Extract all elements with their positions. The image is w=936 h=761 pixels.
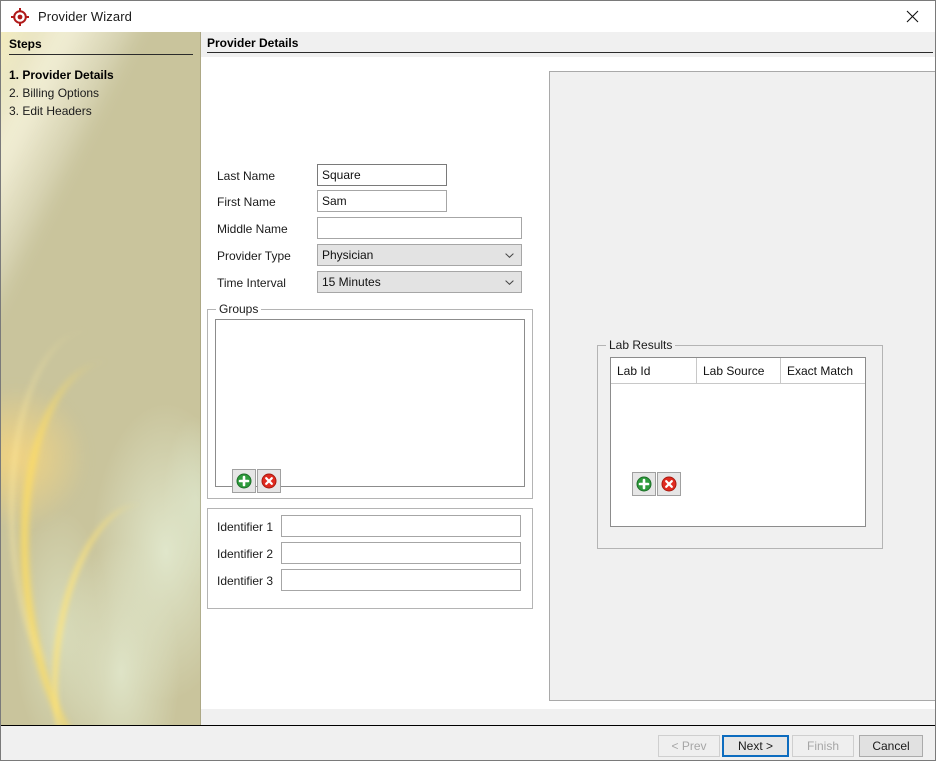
provider-type-label: Provider Type: [217, 249, 291, 263]
next-button[interactable]: Next >: [722, 735, 789, 757]
provider-type-value: Physician: [322, 248, 374, 262]
provider-type-select[interactable]: Physician: [317, 244, 522, 266]
last-name-input[interactable]: [317, 164, 447, 186]
identifier-2-input[interactable]: [281, 542, 521, 564]
lab-results-table[interactable]: Lab Id Lab Source Exact Match: [610, 357, 866, 527]
lab-results-legend: Lab Results: [606, 338, 676, 352]
page-title: Provider Details: [207, 36, 299, 50]
lab-results-add-button[interactable]: [632, 472, 656, 496]
title-bar: Provider Wizard: [1, 1, 935, 32]
sidebar-item-billing-options[interactable]: 2. Billing Options: [9, 84, 193, 102]
column-header-lab-id[interactable]: Lab Id: [611, 358, 697, 383]
last-name-label: Last Name: [217, 169, 276, 183]
first-name-label: First Name: [217, 195, 276, 209]
identifier-1-input[interactable]: [281, 515, 521, 537]
lab-results-panel: Lab Results Lab Id Lab Source Exact Matc…: [549, 71, 935, 701]
window-title: Provider Wizard: [38, 9, 132, 24]
chevron-down-icon: [505, 253, 514, 258]
groups-add-button[interactable]: [232, 469, 256, 493]
groups-legend: Groups: [216, 302, 262, 316]
first-name-input[interactable]: [317, 190, 447, 212]
middle-name-input[interactable]: [317, 217, 522, 239]
close-button[interactable]: [889, 1, 935, 32]
sidebar-item-provider-details[interactable]: 1. Provider Details: [9, 66, 193, 84]
time-interval-value: 15 Minutes: [322, 275, 381, 289]
delete-icon: [261, 473, 277, 489]
content-body: Last Name First Name Middle Name Provide…: [201, 57, 935, 709]
identifier-3-label: Identifier 3: [217, 574, 274, 588]
sidebar-artwork: [1, 32, 201, 725]
steps-list: 1. Provider Details 2. Billing Options 3…: [9, 66, 193, 120]
table-header-row: Lab Id Lab Source Exact Match: [611, 358, 865, 384]
provider-wizard-window: Provider Wizard Steps 1. Provider Detail…: [0, 0, 936, 761]
sidebar-item-edit-headers[interactable]: 3. Edit Headers: [9, 102, 193, 120]
lab-results-delete-button[interactable]: [657, 472, 681, 496]
identifier-2-label: Identifier 2: [217, 547, 274, 561]
target-crosshair-icon: [11, 7, 29, 26]
groups-list[interactable]: [215, 319, 525, 487]
content-footer-strip: [201, 709, 935, 725]
cancel-button[interactable]: Cancel: [859, 735, 923, 757]
delete-icon: [661, 476, 677, 492]
prev-button[interactable]: < Prev: [658, 735, 720, 757]
wizard-button-bar: < Prev Next > Finish Cancel: [1, 726, 935, 760]
time-interval-label: Time Interval: [217, 276, 286, 290]
time-interval-select[interactable]: 15 Minutes: [317, 271, 522, 293]
chevron-down-icon: [505, 280, 514, 285]
close-icon: [906, 10, 918, 23]
middle-name-label: Middle Name: [217, 222, 288, 236]
groups-delete-button[interactable]: [257, 469, 281, 493]
column-header-exact-match[interactable]: Exact Match: [781, 358, 865, 383]
column-header-lab-source[interactable]: Lab Source: [697, 358, 781, 383]
identifier-1-label: Identifier 1: [217, 520, 274, 534]
add-icon: [636, 476, 652, 492]
finish-button[interactable]: Finish: [792, 735, 854, 757]
steps-heading: Steps: [9, 37, 193, 55]
identifier-3-input[interactable]: [281, 569, 521, 591]
add-icon: [236, 473, 252, 489]
steps-sidebar: Steps 1. Provider Details 2. Billing Opt…: [1, 32, 201, 725]
content-header: Provider Details: [201, 32, 935, 57]
header-divider: [207, 52, 933, 53]
